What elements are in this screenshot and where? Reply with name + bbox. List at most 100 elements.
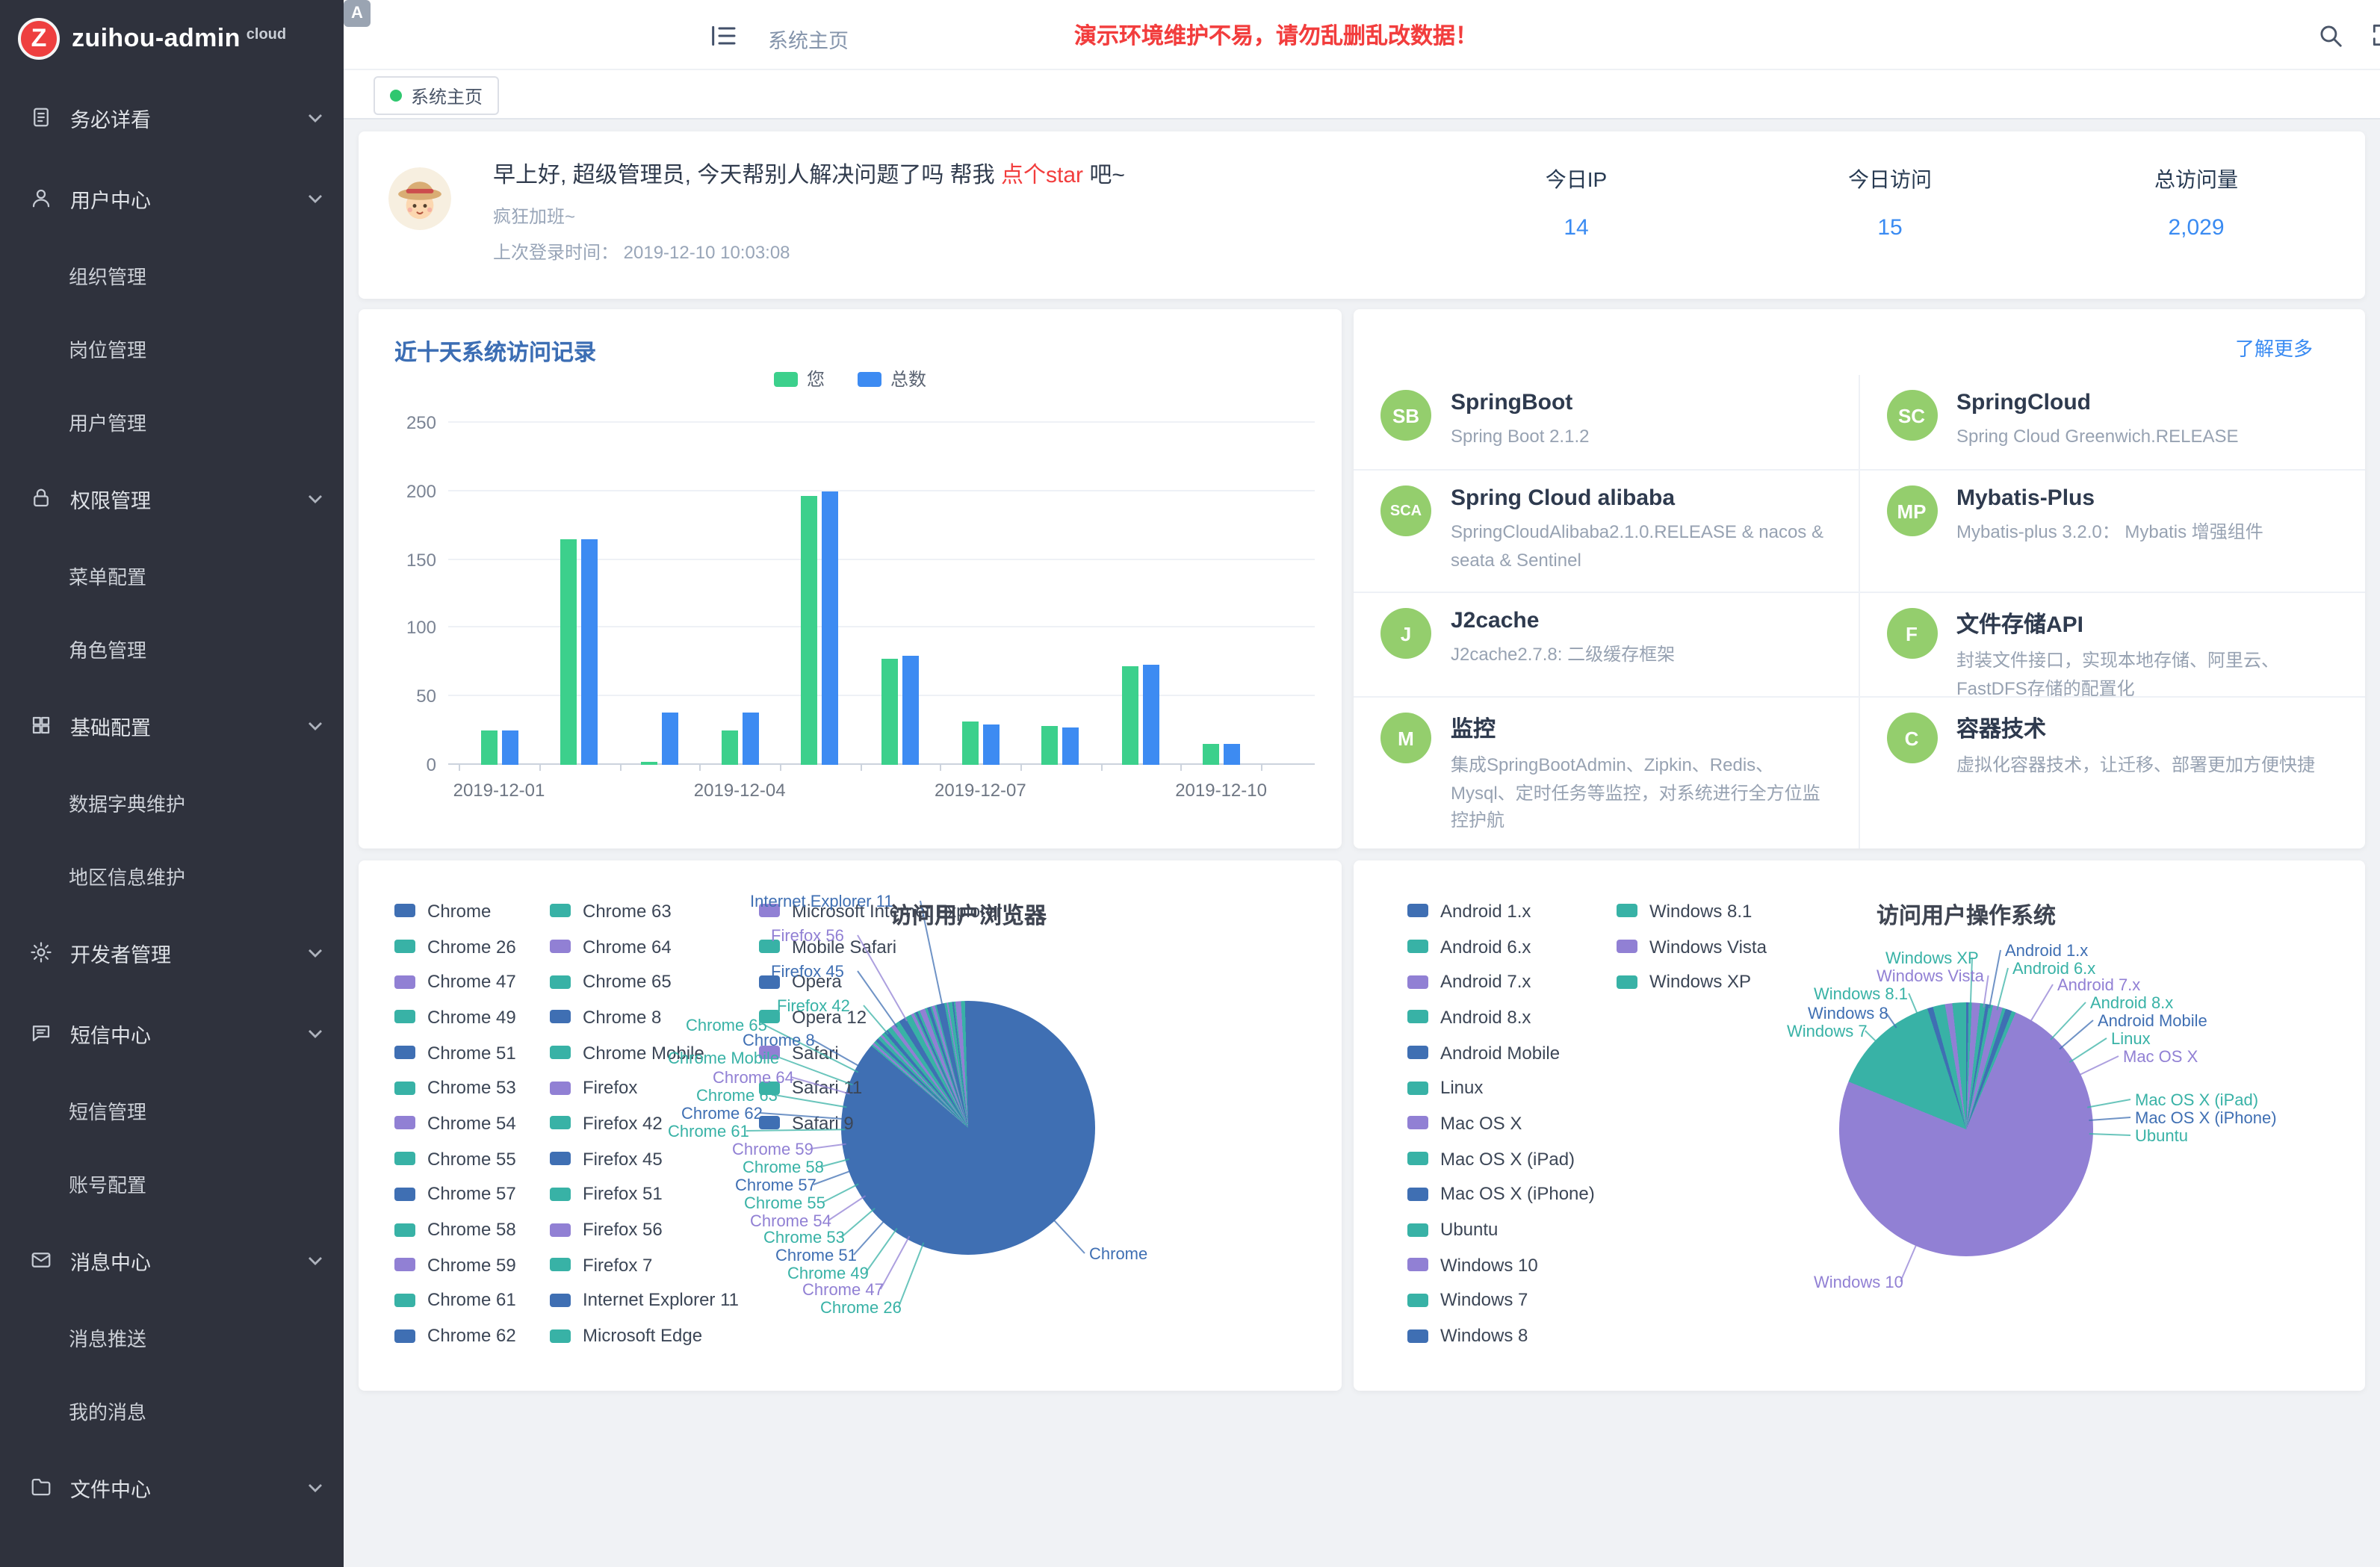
legend-item-Mac OS X[interactable]: Mac OS X	[1407, 1105, 1595, 1141]
sidebar-item-权限管理[interactable]: 权限管理	[0, 459, 344, 539]
legend-item-Windows 8.1[interactable]: Windows 8.1	[1617, 893, 1767, 928]
legend-item-Linux[interactable]: Linux	[1407, 1070, 1595, 1105]
pie-label-Ubuntu: Ubuntu	[2135, 1128, 2188, 1146]
legend-item-Windows 7[interactable]: Windows 7	[1407, 1282, 1595, 1318]
legend-item-Chrome 65[interactable]: Chrome 65	[550, 964, 739, 999]
feature-desc: Spring Boot 2.1.2	[1451, 423, 1589, 450]
bar-您	[560, 539, 577, 765]
legend-swatch	[550, 1082, 571, 1095]
feature-SpringCloud[interactable]: SCSpringCloudSpring Cloud Greenwich.RELE…	[1859, 375, 2365, 471]
sidebar-item-基础配置[interactable]: 基础配置	[0, 686, 344, 766]
sidebar-item-开发者管理[interactable]: 开发者管理	[0, 913, 344, 993]
legend-item-Internet Explorer 11[interactable]: Internet Explorer 11	[550, 1282, 739, 1318]
lock-icon	[30, 487, 54, 511]
legend-item-Windows Vista[interactable]: Windows Vista	[1617, 928, 1767, 964]
logo-badge: cloud	[247, 26, 286, 43]
sidebar-item-消息中心[interactable]: 消息中心	[0, 1220, 344, 1301]
legend-item-Firefox 7[interactable]: Firefox 7	[550, 1247, 739, 1282]
legend-item-Mac OS X (iPhone)[interactable]: Mac OS X (iPhone)	[1407, 1176, 1595, 1211]
chevron-down-icon	[308, 1256, 323, 1265]
pie-label-Firefox 42: Firefox 42	[777, 998, 850, 1016]
legend-item-Android 7.x[interactable]: Android 7.x	[1407, 964, 1595, 999]
pie-label-Android 7.x: Android 7.x	[2057, 977, 2140, 995]
legend-item-Chrome 58[interactable]: Chrome 58	[394, 1211, 516, 1247]
legend-item-Windows XP[interactable]: Windows XP	[1617, 964, 1767, 999]
legend-item-Firefox 51[interactable]: Firefox 51	[550, 1176, 739, 1211]
sidebar-subitem-label: 角色管理	[69, 635, 344, 663]
feature-SpringBoot[interactable]: SBSpringBootSpring Boot 2.1.2	[1354, 375, 1859, 471]
feature-容器技术[interactable]: C容器技术虚拟化容器技术，让迁移、部署更加方便快捷	[1859, 698, 2365, 848]
breadcrumb[interactable]: 系统主页	[768, 24, 849, 54]
app-logo[interactable]: Z zuihou-admin cloud	[0, 0, 344, 78]
legend-item-Firefox 45[interactable]: Firefox 45	[550, 1141, 739, 1176]
legend-item-Safari 9[interactable]: Safari 9	[759, 1105, 1002, 1141]
legend-item-Chrome 26[interactable]: Chrome 26	[394, 928, 516, 964]
pie-label-Chrome 57: Chrome 57	[735, 1177, 816, 1195]
sidebar-subitem-短信管理[interactable]: 短信管理	[0, 1074, 344, 1147]
legend-item-Windows 8[interactable]: Windows 8	[1407, 1318, 1595, 1353]
legend-item-Android 6.x[interactable]: Android 6.x	[1407, 928, 1595, 964]
legend-label: Windows 8	[1440, 1325, 1528, 1346]
search-icon[interactable]	[2316, 21, 2344, 49]
legend-item-Chrome 53[interactable]: Chrome 53	[394, 1070, 516, 1105]
legend-item-Android 1.x[interactable]: Android 1.x	[1407, 893, 1595, 928]
sidebar-subitem-岗位管理[interactable]: 岗位管理	[0, 312, 344, 385]
legend-label: Mac OS X	[1440, 1113, 1522, 1134]
visits-bar-chart: 0501001502002502019-12-012019-12-042019-…	[448, 423, 1315, 765]
tab-home[interactable]: 系统主页	[374, 76, 499, 115]
feature-Mybatis-Plus[interactable]: MPMybatis-PlusMybatis-plus 3.2.0： Mybati…	[1859, 471, 2365, 593]
sidebar-subitem-组织管理[interactable]: 组织管理	[0, 239, 344, 312]
sidebar-subitem-数据字典维护[interactable]: 数据字典维护	[0, 766, 344, 840]
sidebar-item-短信中心[interactable]: 短信中心	[0, 993, 344, 1074]
legend-item-Android Mobile[interactable]: Android Mobile	[1407, 1035, 1595, 1070]
legend-item-Microsoft Edge[interactable]: Microsoft Edge	[550, 1318, 739, 1353]
sidebar-subitem-我的消息[interactable]: 我的消息	[0, 1374, 344, 1447]
feature-Spring Cloud alibaba[interactable]: SCASpring Cloud alibabaSpringCloudAlibab…	[1354, 471, 1859, 593]
sidebar-subitem-账号配置[interactable]: 账号配置	[0, 1147, 344, 1220]
legend-item-Chrome 54[interactable]: Chrome 54	[394, 1105, 516, 1141]
feature-监控[interactable]: M监控集成SpringBootAdmin、Zipkin、Redis、Mysql、…	[1354, 698, 1859, 848]
fullscreen-icon[interactable]	[2370, 21, 2380, 49]
legend-item-Windows 10[interactable]: Windows 10	[1407, 1247, 1595, 1282]
legend-item-Chrome 47[interactable]: Chrome 47	[394, 964, 516, 999]
legend-item-Chrome 62[interactable]: Chrome 62	[394, 1318, 516, 1353]
legend-item-Chrome 63[interactable]: Chrome 63	[550, 893, 739, 928]
feature-desc: SpringCloudAlibaba2.1.0.RELEASE & nacos …	[1451, 518, 1831, 574]
sidebar-subitem-角色管理[interactable]: 角色管理	[0, 612, 344, 686]
legend-label: Windows Vista	[1649, 936, 1767, 957]
sidebar-item-文件中心[interactable]: 文件中心	[0, 1447, 344, 1528]
sidebar-item-用户中心[interactable]: 用户中心	[0, 158, 344, 239]
font-size-icon[interactable]: A	[344, 0, 371, 27]
sidebar-subitem-消息推送[interactable]: 消息推送	[0, 1301, 344, 1374]
pie-label-Mac OS X (iPhone): Mac OS X (iPhone)	[2135, 1110, 2277, 1128]
legend-item-Chrome 59[interactable]: Chrome 59	[394, 1247, 516, 1282]
greeting-card: 早上好, 超级管理员, 今天帮别人解决问题了吗 帮我 点个star 吧~ 疯狂加…	[359, 131, 2365, 299]
legend-item-Mac OS X (iPad)[interactable]: Mac OS X (iPad)	[1407, 1141, 1595, 1176]
sidebar-item-务必详看[interactable]: 务必详看	[0, 78, 344, 158]
legend-label: Chrome 47	[427, 971, 516, 992]
legend-item-Chrome 61[interactable]: Chrome 61	[394, 1282, 516, 1318]
feature-文件存储API[interactable]: F文件存储API封装文件接口，实现本地存储、阿里云、FastDFS存储的配置化	[1859, 593, 2365, 698]
star-link[interactable]: 点个star	[1001, 163, 1083, 188]
sidebar-subitem-地区信息维护[interactable]: 地区信息维护	[0, 840, 344, 913]
legend-item-Firefox 56[interactable]: Firefox 56	[550, 1211, 739, 1247]
learn-more-link[interactable]: 了解更多	[2235, 333, 2313, 362]
legend-item-Chrome 49[interactable]: Chrome 49	[394, 999, 516, 1034]
legend-item-总数[interactable]: 总数	[858, 366, 926, 391]
legend-item-Chrome 55[interactable]: Chrome 55	[394, 1141, 516, 1176]
bar-您	[802, 495, 818, 765]
legend-item-Chrome 57[interactable]: Chrome 57	[394, 1176, 516, 1211]
legend-item-Chrome 64[interactable]: Chrome 64	[550, 928, 739, 964]
sidebar-subitem-用户管理[interactable]: 用户管理	[0, 385, 344, 459]
sidebar-subitem-菜单配置[interactable]: 菜单配置	[0, 539, 344, 612]
feature-J2cache[interactable]: JJ2cacheJ2cache2.7.8: 二级缓存框架	[1354, 593, 1859, 698]
legend-swatch	[550, 1188, 571, 1201]
legend-item-Ubuntu[interactable]: Ubuntu	[1407, 1211, 1595, 1247]
greeting-text-block: 早上好, 超级管理员, 今天帮别人解决问题了吗 帮我 点个star 吧~ 疯狂加…	[493, 158, 1125, 275]
menu-fold-icon[interactable]	[708, 21, 738, 51]
legend-item-Android 8.x[interactable]: Android 8.x	[1407, 999, 1595, 1034]
legend-item-Safari 11[interactable]: Safari 11	[759, 1070, 1002, 1105]
legend-item-Chrome[interactable]: Chrome	[394, 893, 516, 928]
legend-item-Chrome 51[interactable]: Chrome 51	[394, 1035, 516, 1070]
legend-item-您[interactable]: 您	[774, 366, 825, 391]
